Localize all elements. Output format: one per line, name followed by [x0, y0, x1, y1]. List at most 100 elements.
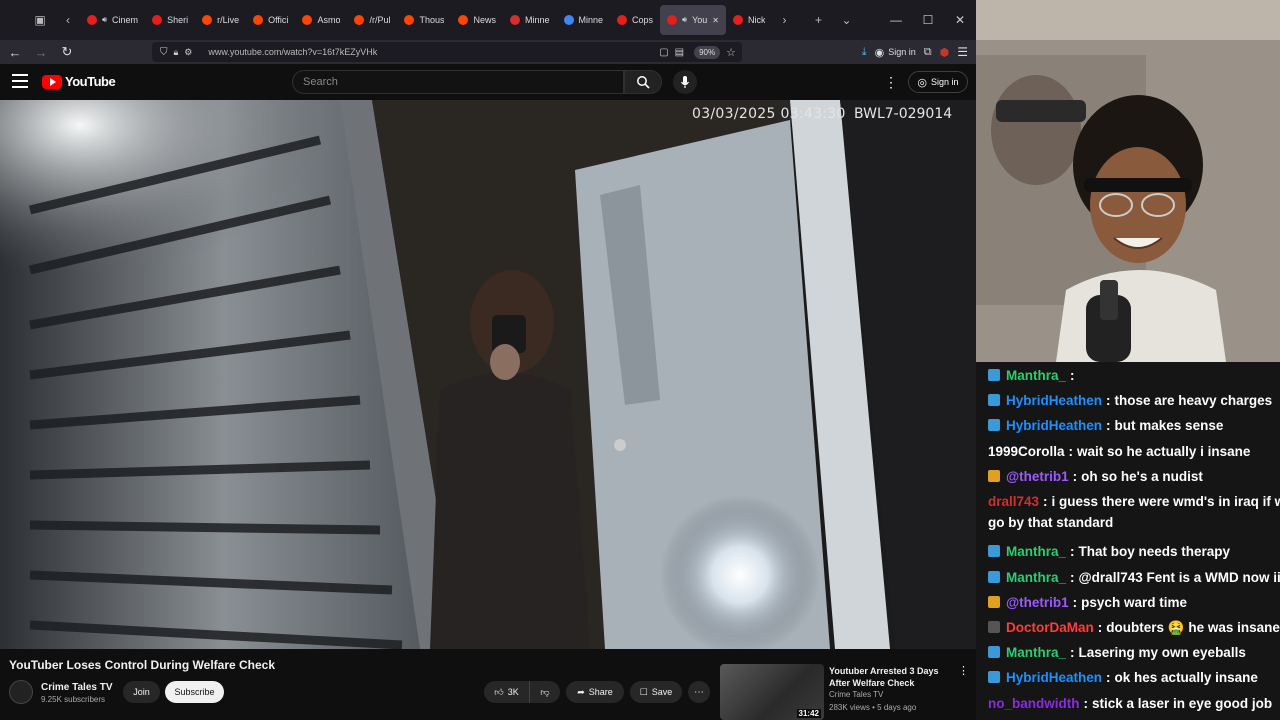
- url-bar[interactable]: ⛉ 🔒︎ ⚙ www.youtube.com/watch?v=16t7kEZyV…: [152, 42, 742, 62]
- app-menu-icon[interactable]: ☰: [957, 45, 968, 59]
- channel-avatar[interactable]: [9, 680, 33, 704]
- browser-tab[interactable]: /r/Pul: [347, 5, 397, 35]
- chat-separator: :: [1070, 544, 1075, 560]
- browser-tab[interactable]: Sheri: [145, 5, 195, 35]
- subscribe-button[interactable]: Subscribe: [165, 681, 224, 703]
- chat-text: @drall743 Fent is a WMD now iir: [1078, 569, 1280, 585]
- subscriber-count: 9.25K subscribers: [41, 695, 106, 704]
- youtube-logo[interactable]: YouTube: [42, 74, 116, 89]
- channel-name[interactable]: Crime Tales TV: [41, 682, 113, 693]
- tab-favicon-icon: [202, 15, 213, 25]
- reader-view-icon[interactable]: ▤: [675, 47, 684, 58]
- browser-tab[interactable]: 🔊︎ Cinem: [80, 5, 145, 35]
- like-button[interactable]: 👍︎ 3K: [484, 681, 530, 703]
- scroll-tabs-right-icon[interactable]: ›: [772, 8, 796, 32]
- browser-tab[interactable]: Thous: [397, 5, 451, 35]
- tab-favicon-icon: [667, 15, 678, 25]
- voice-search-button[interactable]: [673, 70, 697, 94]
- picture-in-picture-icon[interactable]: ▢: [659, 47, 668, 58]
- browser-tab[interactable]: Nick: [726, 5, 773, 35]
- chat-separator: :: [1070, 645, 1075, 661]
- zoom-level[interactable]: 90%: [694, 45, 721, 59]
- youtube-signin-button[interactable]: ◎ Sign in: [908, 71, 968, 93]
- video-player[interactable]: 03/03/2025 03:43:30 BWL7-029014: [0, 100, 976, 649]
- chat-text: but makes sense: [1114, 418, 1224, 434]
- chat-text: That boy needs therapy: [1078, 544, 1231, 560]
- new-tab-icon[interactable]: +: [806, 8, 830, 32]
- recommended-thumbnail[interactable]: 31:42: [720, 664, 824, 720]
- list-all-tabs-icon[interactable]: ⌄: [834, 8, 858, 32]
- account-icon: ◉: [874, 46, 885, 59]
- chat-username: 1999Corolla: [988, 443, 1065, 459]
- browser-tab[interactable]: 🔊︎ You ✕: [660, 5, 726, 35]
- search-icon: [637, 76, 650, 89]
- tab-label: Offici: [268, 15, 289, 25]
- tab-favicon-icon: [152, 15, 163, 25]
- permissions-icon[interactable]: ⚙: [184, 47, 192, 58]
- tab-audio-icon[interactable]: 🔊︎: [102, 15, 107, 25]
- close-window-icon[interactable]: ✕: [944, 0, 976, 40]
- shield-icon[interactable]: ⛉: [160, 47, 168, 58]
- chat-text: stick a laser in eye good job: [1092, 695, 1273, 711]
- chat-separator: :: [1068, 443, 1074, 459]
- chat-message: HybridHeathen: but makes sense: [988, 418, 1223, 433]
- ublock-icon[interactable]: ⬢: [940, 46, 950, 59]
- chat-message: 1999Corolla: wait so he actually i insane: [988, 444, 1250, 459]
- recommended-menu-icon[interactable]: ⋮: [958, 664, 969, 677]
- chat-username: Manthra_: [1006, 368, 1067, 383]
- chat-username: Manthra_: [1006, 645, 1067, 661]
- webcam-feed: [976, 0, 1280, 362]
- scroll-tabs-left-icon[interactable]: ‹: [56, 8, 80, 32]
- chat-separator: :: [1072, 468, 1078, 484]
- recommended-title[interactable]: Youtuber Arrested 3 Days After Welfare C…: [829, 665, 955, 689]
- reload-icon[interactable]: ↻: [54, 40, 80, 64]
- lock-icon[interactable]: 🔒︎: [174, 47, 179, 58]
- browser-tab[interactable]: Minne: [503, 5, 557, 35]
- browser-tab[interactable]: Minne: [557, 5, 611, 35]
- tab-favicon-icon: [563, 15, 574, 25]
- chat-text: those are heavy charges: [1114, 393, 1273, 409]
- chat-message: drall743: i guess there were wmd's in ira…: [988, 494, 1280, 509]
- forward-icon[interactable]: →: [28, 40, 54, 64]
- browser-tab[interactable]: News: [451, 5, 503, 35]
- dislike-button[interactable]: 👎︎: [530, 681, 560, 703]
- chat-message: Manthra_:: [988, 368, 1079, 383]
- close-tab-icon[interactable]: ✕: [712, 16, 719, 25]
- tab-label: Thous: [419, 15, 445, 25]
- youtube-play-icon: [42, 74, 62, 89]
- account-signin-button[interactable]: ◉ Sign in: [875, 46, 916, 59]
- maximize-icon[interactable]: ☐: [912, 0, 944, 40]
- downloads-icon[interactable]: ⤓: [862, 46, 867, 59]
- save-button[interactable]: ☐ Save: [630, 681, 682, 703]
- toolbar-right: ⤓ ◉ Sign in ⧉ ⬢ ☰: [862, 40, 976, 64]
- tab-overview-icon[interactable]: ▣: [28, 8, 52, 32]
- settings-more-icon[interactable]: ⋮: [884, 72, 898, 92]
- chat-text: Lasering my own eyeballs: [1078, 645, 1246, 661]
- chat-separator: :: [1070, 368, 1075, 383]
- chat-badge-icon: [988, 469, 1000, 482]
- chat-message: HybridHeathen: those are heavy charges: [988, 393, 1272, 408]
- extensions-icon[interactable]: ⧉: [924, 46, 932, 59]
- recommended-channel[interactable]: Crime Tales TV: [829, 690, 883, 699]
- browser-tab[interactable]: r/Live: [195, 5, 246, 35]
- tab-favicon-icon: [617, 15, 628, 25]
- share-button[interactable]: ➦ Share: [566, 681, 624, 703]
- more-actions-button[interactable]: ⋯: [688, 681, 710, 703]
- chat-message: Manthra_: Lasering my own eyeballs: [988, 645, 1246, 660]
- chat-badge-icon: [988, 595, 1000, 608]
- browser-tab[interactable]: Cops: [610, 5, 660, 35]
- search-button[interactable]: [624, 70, 662, 94]
- back-icon[interactable]: ←: [2, 40, 28, 64]
- tab-favicon-icon: [87, 15, 97, 25]
- search-input[interactable]: Search: [292, 70, 624, 94]
- browser-tab[interactable]: Asmo: [295, 5, 347, 35]
- guide-menu-icon[interactable]: [12, 74, 28, 88]
- chat-username: drall743: [988, 494, 1040, 509]
- tab-audio-icon[interactable]: 🔊︎: [682, 15, 687, 25]
- bookmark-star-icon[interactable]: ☆: [726, 46, 736, 59]
- url-text[interactable]: www.youtube.com/watch?v=16t7kEZyVHk: [208, 47, 377, 57]
- screen: ▣ ‹ 🔊︎ Cinem Sheri r/Live Offici Asmo/r/Pul Th…: [0, 0, 1280, 720]
- join-button[interactable]: Join: [123, 681, 160, 703]
- minimize-icon[interactable]: —: [880, 0, 912, 40]
- browser-tab[interactable]: Offici: [246, 5, 295, 35]
